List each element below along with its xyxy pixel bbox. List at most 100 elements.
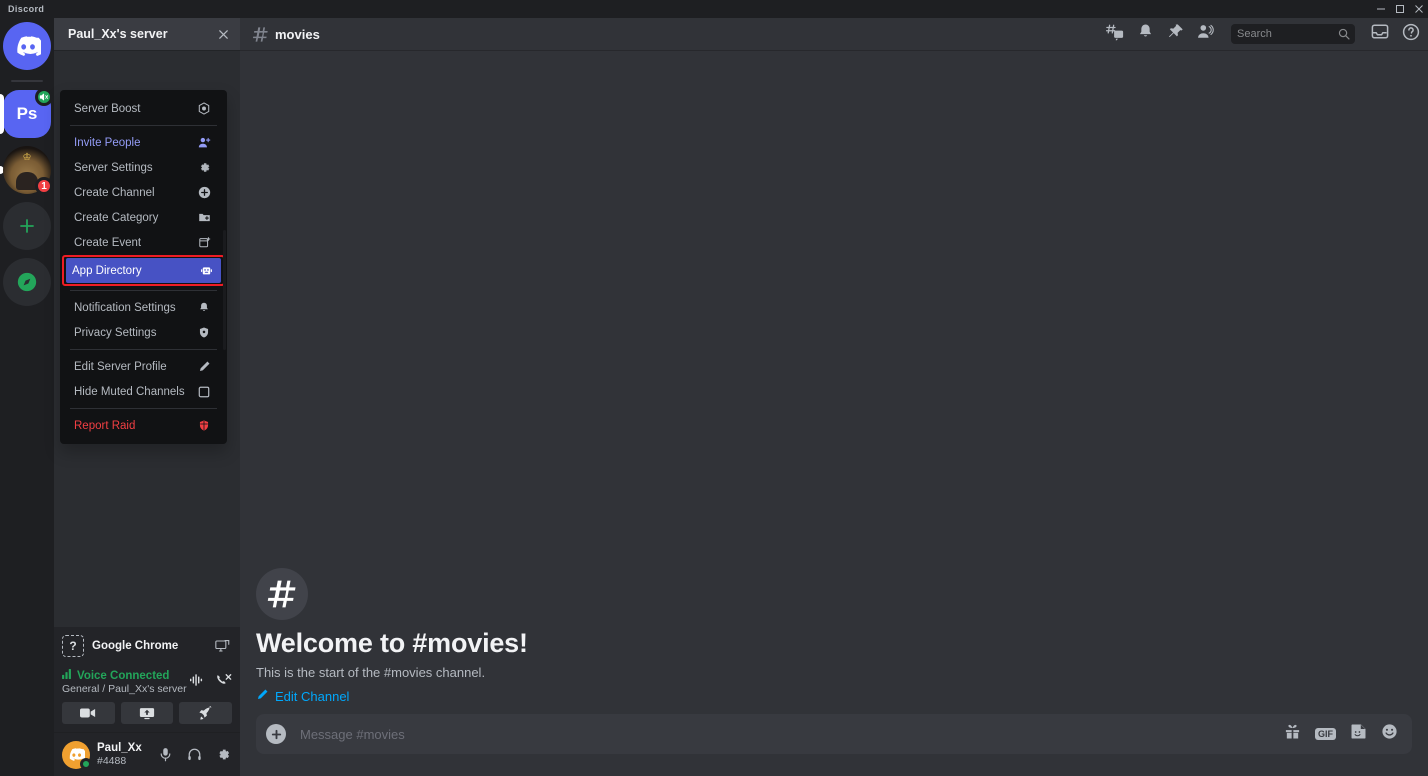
minimize-button[interactable]: [1371, 0, 1390, 18]
voice-button-group: [62, 702, 233, 724]
close-button[interactable]: [1409, 0, 1428, 18]
menu-item-server-boost[interactable]: Server Boost: [68, 96, 219, 121]
channel-name-label: movies: [275, 26, 320, 42]
menu-item-invite-people[interactable]: Invite People: [68, 130, 219, 155]
server-name-label: Paul_Xx's server: [68, 27, 168, 41]
signal-bars-icon: [62, 669, 73, 682]
plus-circle-icon: [195, 186, 213, 199]
menu-label: Server Settings: [74, 161, 153, 174]
rail-divider: [11, 80, 43, 82]
message-composer-wrapper: Message #movies GIF: [240, 714, 1428, 776]
page-title: Welcome to #movies!: [256, 628, 528, 658]
add-server-button[interactable]: [3, 202, 51, 250]
screen-share-icon[interactable]: [215, 639, 230, 653]
activity-rocket-button[interactable]: [179, 702, 233, 724]
menu-separator: [70, 125, 217, 126]
home-button[interactable]: [3, 22, 51, 70]
edit-channel-link[interactable]: Edit Channel: [256, 688, 528, 704]
explore-servers-button[interactable]: [3, 258, 51, 306]
camera-button[interactable]: [62, 702, 115, 724]
menu-item-create-event[interactable]: Create Event: [68, 230, 219, 255]
menu-item-report-raid[interactable]: Report Raid: [68, 413, 219, 438]
menu-item-create-category[interactable]: Create Category: [68, 205, 219, 230]
menu-item-server-settings[interactable]: Server Settings: [68, 155, 219, 180]
activity-status-row[interactable]: ? Google Chrome: [54, 627, 240, 663]
settings-gear-icon[interactable]: [210, 742, 236, 768]
menu-scrollbar[interactable]: [223, 230, 226, 350]
message-input-placeholder[interactable]: Message #movies: [300, 727, 1284, 742]
microphone-icon[interactable]: [152, 742, 178, 768]
disconnect-call-icon[interactable]: [216, 673, 232, 693]
menu-item-hide-muted-channels[interactable]: Hide Muted Channels: [68, 379, 219, 404]
server-icon-ps[interactable]: Ps: [0, 88, 53, 138]
username-label: Paul_Xx: [97, 741, 142, 754]
user-panel: Paul_Xx #4488: [54, 732, 240, 776]
menu-item-privacy-settings[interactable]: Privacy Settings: [68, 320, 219, 345]
headphones-icon[interactable]: [181, 742, 207, 768]
activity-app-name: Google Chrome: [92, 639, 179, 652]
welcome-hash-icon: [256, 568, 308, 620]
active-server-pill: [0, 94, 4, 134]
search-input[interactable]: Search: [1231, 24, 1355, 44]
channel-welcome-block: Welcome to #movies! This is the start of…: [256, 568, 528, 704]
menu-label: Create Event: [74, 236, 142, 249]
menu-label: Notification Settings: [74, 301, 176, 314]
help-icon[interactable]: [1402, 23, 1420, 46]
gift-icon[interactable]: [1284, 723, 1301, 745]
compass-icon: [3, 258, 51, 306]
server-header[interactable]: Paul_Xx's server: [54, 18, 240, 50]
robot-icon: [197, 264, 215, 277]
menu-label: Invite People: [74, 136, 141, 149]
menu-separator: [70, 290, 217, 291]
bell-icon[interactable]: [1137, 23, 1154, 45]
members-icon[interactable]: [1197, 23, 1215, 45]
main-content: movies Search Welcome to #movies! This i…: [240, 18, 1428, 776]
crown-icon: ♔: [22, 152, 32, 163]
upload-plus-icon[interactable]: [266, 724, 286, 744]
menu-label: Hide Muted Channels: [74, 385, 185, 398]
threads-icon[interactable]: [1105, 23, 1124, 46]
search-placeholder: Search: [1237, 28, 1272, 40]
server-muted-badge: [35, 88, 53, 106]
user-name-group[interactable]: Paul_Xx #4488: [97, 742, 152, 767]
unknown-app-icon: ?: [62, 634, 84, 657]
menu-item-create-channel[interactable]: Create Channel: [68, 180, 219, 205]
invite-person-icon: [195, 136, 213, 149]
voice-status-text: Voice Connected: [77, 669, 170, 682]
noise-suppression-icon[interactable]: [190, 673, 206, 693]
pencil-icon: [256, 688, 269, 704]
channel-header: movies Search: [240, 18, 1428, 50]
close-icon[interactable]: [217, 28, 230, 41]
menu-item-edit-server-profile[interactable]: Edit Server Profile: [68, 354, 219, 379]
avatar[interactable]: [62, 740, 92, 770]
window-titlebar: Discord: [0, 0, 1428, 18]
bell-icon: [195, 301, 213, 314]
message-composer[interactable]: Message #movies GIF: [256, 714, 1412, 754]
app-title: Discord: [8, 4, 45, 14]
sticker-icon[interactable]: [1350, 723, 1367, 745]
app-directory-highlight-box: App Directory: [62, 255, 225, 286]
plus-icon: [3, 202, 51, 250]
server-unread-badge: 1: [35, 177, 53, 195]
emoji-icon[interactable]: [1381, 723, 1398, 745]
voice-text-group: Voice Connected General / Paul_Xx's serv…: [62, 669, 190, 695]
ps-server-label: Ps: [16, 104, 38, 123]
menu-separator: [70, 349, 217, 350]
inbox-icon[interactable]: [1371, 23, 1389, 45]
menu-label: App Directory: [72, 264, 142, 277]
edit-channel-label: Edit Channel: [275, 688, 350, 704]
server-icon-paul[interactable]: ♔ 1: [0, 146, 53, 195]
checkbox-icon[interactable]: [195, 386, 213, 398]
voice-action-icons: [190, 669, 232, 693]
gif-icon[interactable]: GIF: [1315, 728, 1336, 740]
pin-icon[interactable]: [1167, 23, 1184, 45]
share-screen-button[interactable]: [120, 702, 174, 724]
menu-label: Create Channel: [74, 186, 155, 199]
discord-logo-icon: [3, 22, 51, 70]
menu-item-notification-settings[interactable]: Notification Settings: [68, 295, 219, 320]
maximize-button[interactable]: [1390, 0, 1409, 18]
pencil-icon: [195, 360, 213, 373]
menu-item-app-directory[interactable]: App Directory: [66, 258, 221, 283]
sidebar-content: Server Boost Invite People Server Settin…: [54, 50, 240, 627]
window-controls: [1371, 0, 1428, 18]
